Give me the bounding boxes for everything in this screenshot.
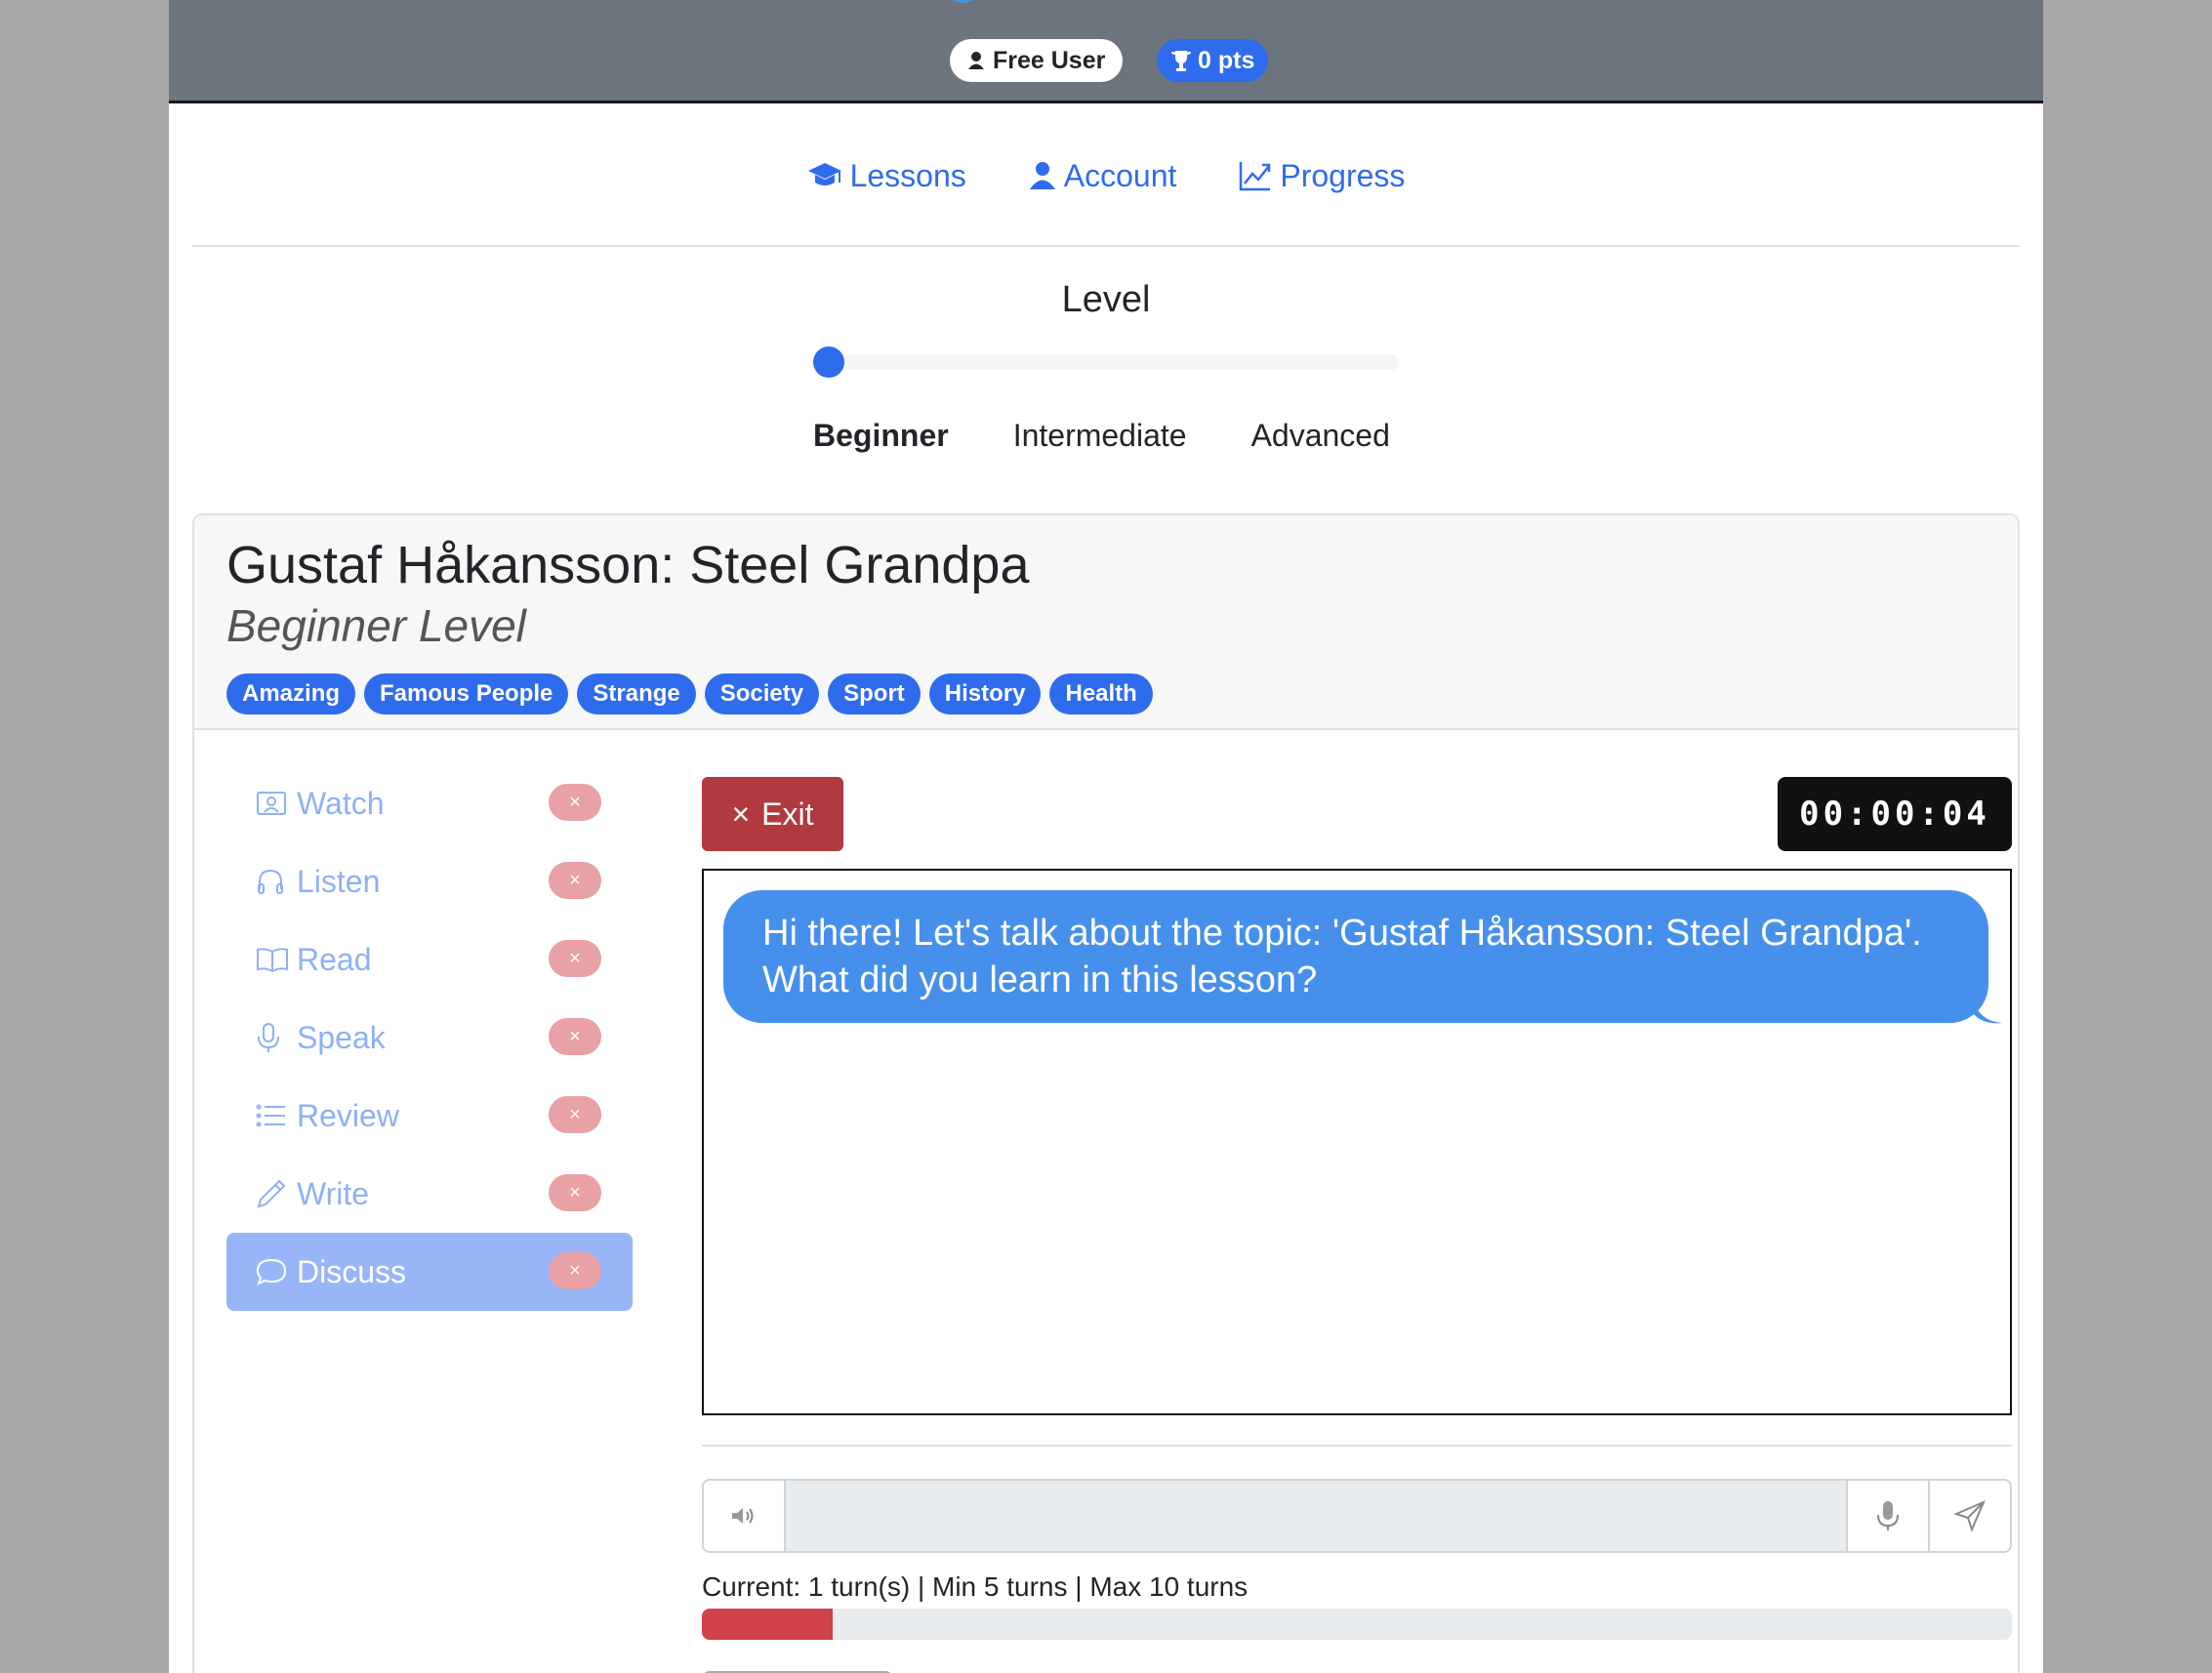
bot-message: Hi there! Let's talk about the topic: 'G… [723, 890, 2002, 1024]
logo-icon [954, 0, 973, 3]
page: Free User 0 pts Lessons Account Progress… [169, 0, 2043, 1673]
nav-account-label: Account [1063, 157, 1177, 193]
points-label: 0 pts [1198, 47, 1255, 74]
tag-strange[interactable]: Strange [577, 673, 696, 714]
status-badge: × [549, 1096, 601, 1133]
lesson-title: Gustaf Håkansson: Steel Grandpa [226, 536, 1030, 594]
tag-health[interactable]: Health [1049, 673, 1153, 714]
trophy-icon [1171, 51, 1191, 71]
level-option-advanced[interactable]: Advanced [1251, 418, 1390, 461]
bot-message-text: Hi there! Let's talk about the topic: 'G… [762, 913, 1922, 1000]
user-icon [1029, 162, 1055, 189]
sidebar-item-watch[interactable]: Watch × [226, 764, 633, 842]
user-icon [968, 52, 984, 69]
user-badge-label: Free User [993, 47, 1106, 74]
sidebar-item-label: Write [297, 1175, 370, 1211]
session-timer: 00:00:04 [1778, 777, 2012, 851]
tag-amazing[interactable]: Amazing [226, 673, 356, 714]
list-icon [256, 1099, 289, 1132]
status-badge: × [549, 784, 601, 821]
level-slider-thumb[interactable] [813, 347, 844, 378]
sidebar-item-label: Watch [297, 785, 385, 821]
nav-account[interactable]: Account [1029, 157, 1177, 194]
lesson-card: Gustaf Håkansson: Steel Grandpa Beginner… [192, 513, 2020, 1673]
sidebar-item-speak[interactable]: Speak × [226, 999, 633, 1077]
chat-input-group [702, 1479, 2012, 1553]
chat-icon [256, 1255, 289, 1288]
tag-famous-people[interactable]: Famous People [364, 673, 569, 714]
exit-label: Exit [761, 796, 814, 832]
top-header: Free User 0 pts [169, 0, 2043, 103]
sidebar-item-read[interactable]: Read × [226, 920, 633, 999]
send-icon [1953, 1500, 1986, 1532]
lesson-card-header: Gustaf Håkansson: Steel Grandpa Beginner… [194, 515, 2018, 730]
nav-lessons[interactable]: Lessons [807, 158, 966, 194]
divider [702, 1445, 2012, 1447]
lesson-level-subtitle: Beginner Level [226, 600, 526, 651]
tag-history[interactable]: History [928, 673, 1042, 714]
status-badge: × [549, 1174, 601, 1211]
turn-progress-bar [702, 1609, 2012, 1640]
tag-sport[interactable]: Sport [828, 673, 921, 714]
sidebar-item-label: Read [297, 941, 372, 977]
chart-line-icon [1240, 162, 1271, 191]
sidebar-item-label: Listen [297, 863, 381, 899]
turn-progress-fill [702, 1609, 834, 1640]
microphone-icon [256, 1021, 289, 1054]
lesson-tags: Amazing Famous People Strange Society Sp… [226, 673, 1153, 714]
level-option-beginner[interactable]: Beginner [813, 418, 949, 461]
bubble-tail [1973, 996, 2002, 1024]
video-icon [256, 787, 289, 820]
pencil-icon [256, 1177, 289, 1210]
send-button[interactable] [1930, 1481, 2010, 1551]
speaker-button[interactable] [704, 1481, 784, 1551]
level-title: Level [1061, 279, 1151, 320]
speaker-icon [732, 1508, 754, 1524]
nav-lessons-label: Lessons [849, 157, 966, 193]
nav-progress-label: Progress [1280, 157, 1406, 193]
sidebar-item-label: Speak [297, 1019, 386, 1055]
main-nav: Lessons Account Progress [169, 146, 2043, 205]
sidebar-item-write[interactable]: Write × [226, 1155, 633, 1233]
sidebar-item-discuss[interactable]: Discuss × [226, 1233, 633, 1311]
sidebar-item-listen[interactable]: Listen × [226, 842, 633, 920]
book-icon [256, 943, 289, 976]
sidebar-item-label: Discuss [297, 1253, 407, 1289]
divider [192, 245, 2020, 247]
exit-button[interactable]: × Exit [702, 777, 843, 851]
microphone-button[interactable] [1848, 1481, 1928, 1551]
user-badge[interactable]: Free User [950, 39, 1124, 82]
status-badge: × [549, 1018, 601, 1055]
status-badge: × [549, 940, 601, 977]
level-options: Beginner Intermediate Advanced [813, 418, 1438, 461]
status-badge: × [549, 1252, 601, 1289]
nav-progress[interactable]: Progress [1239, 158, 1405, 194]
points-badge[interactable]: 0 pts [1157, 39, 1269, 82]
close-icon: × [731, 796, 751, 832]
status-badge: × [549, 862, 601, 899]
tag-society[interactable]: Society [704, 673, 820, 714]
microphone-icon [1877, 1501, 1899, 1530]
sidebar-item-review[interactable]: Review × [226, 1077, 633, 1155]
sidebar-item-label: Review [297, 1097, 399, 1133]
level-option-intermediate[interactable]: Intermediate [1013, 418, 1187, 461]
headphones-icon [256, 865, 289, 898]
graduation-cap-icon [807, 163, 841, 185]
chat-input[interactable] [784, 1481, 1848, 1551]
level-slider[interactable] [813, 347, 1399, 378]
chat-window[interactable]: Hi there! Let's talk about the topic: 'G… [702, 869, 2012, 1415]
turn-counter: Current: 1 turn(s) | Min 5 turns | Max 1… [702, 1571, 1249, 1602]
